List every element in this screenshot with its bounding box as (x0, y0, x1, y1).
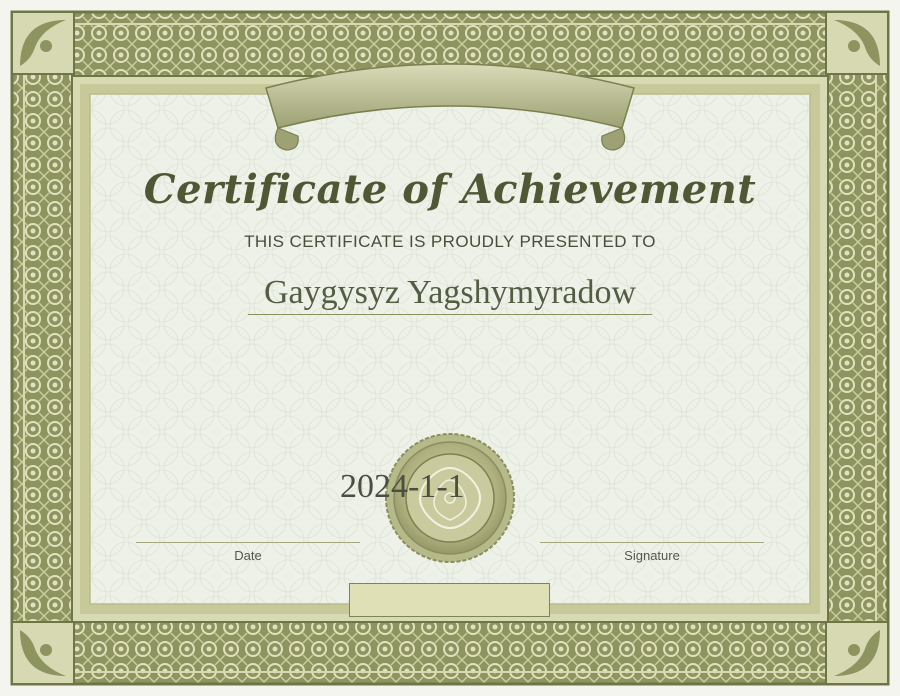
date-value: 2024-1-1 (340, 468, 465, 505)
signature-line (540, 542, 764, 543)
certificate-title: Certificate of Achievement (143, 166, 757, 213)
date-line (136, 542, 360, 543)
corner-ornament-icon (11, 11, 75, 75)
name-plate (349, 583, 550, 617)
certificate-page: Certificate of Achievement THIS CERTIFIC… (0, 0, 900, 696)
certificate-subtitle: THIS CERTIFICATE IS PROUDLY PRESENTED TO (244, 232, 656, 251)
signature-label: Signature (624, 548, 680, 563)
recipient-name: Gaygysyz Yagshymyradow (248, 274, 652, 315)
corner-ornament-icon (825, 621, 889, 685)
corner-ornament-icon (825, 11, 889, 75)
date-label: Date (234, 548, 262, 563)
corner-ornament-icon (11, 621, 75, 685)
